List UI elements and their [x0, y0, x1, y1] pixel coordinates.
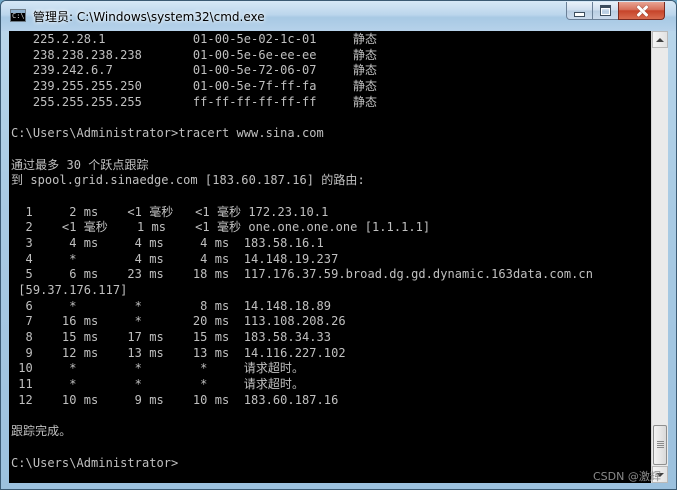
- maximize-icon: [600, 5, 611, 16]
- console-line: 225.2.28.1 01-00-5e-02-1c-01 静态: [11, 32, 378, 46]
- title-bar[interactable]: C:\ 管理员: C:\Windows\system32\cmd.exe: [1, 1, 676, 31]
- console-line: 1 2 ms <1 毫秒 <1 毫秒 172.23.10.1: [11, 204, 329, 219]
- grip-icon: [657, 441, 664, 448]
- console-line: 11 * * * 请求超时。: [11, 377, 305, 392]
- cmd-icon-text: C:\: [12, 12, 25, 20]
- console-output[interactable]: 225.2.28.1 01-00-5e-02-1c-01 静态 238.238.…: [9, 31, 651, 483]
- console-line: [59.37.176.117]: [11, 283, 128, 297]
- console-line: 239.242.6.7 01-00-5e-72-06-07 静态: [11, 63, 378, 78]
- console-line: C:\Users\Administrator>: [11, 455, 179, 470]
- console-line: 12 10 ms 9 ms 10 ms 183.60.187.16: [11, 392, 339, 407]
- console-line: 10 * * * 请求超时。: [11, 361, 305, 376]
- console-line: 6 * * 8 ms 14.148.18.89: [11, 298, 332, 313]
- minimize-button[interactable]: [566, 2, 593, 20]
- minimize-icon: [574, 11, 585, 17]
- scroll-up-button[interactable]: [652, 31, 668, 48]
- arrow-up-icon: [656, 37, 664, 42]
- close-icon: [636, 5, 648, 17]
- cmd-window: C:\ 管理员: C:\Windows\system32\cmd.exe 225…: [0, 0, 677, 490]
- vertical-scrollbar[interactable]: [651, 31, 668, 483]
- console-line: 8 15 ms 17 ms 15 ms 183.58.34.33: [11, 330, 332, 345]
- console-line: 7 16 ms * 20 ms 113.108.208.26: [11, 314, 346, 329]
- scroll-thumb[interactable]: [653, 425, 667, 465]
- console-lines: 225.2.28.1 01-00-5e-02-1c-01 静态 238.238.…: [11, 32, 593, 471]
- console-line: 9 12 ms 13 ms 13 ms 14.116.227.102: [11, 345, 346, 360]
- console-line: 255.255.255.255 ff-ff-ff-ff-ff-ff 静态: [11, 94, 378, 109]
- console-line: 跟踪完成。: [11, 424, 72, 439]
- console-line: 通过最多 30 个跃点跟踪: [11, 157, 149, 172]
- console-line: 4 * 4 ms 4 ms 14.148.19.237: [11, 251, 339, 266]
- console-line: 2 <1 毫秒 1 ms <1 毫秒 one.one.one.one [1.1.…: [11, 220, 431, 235]
- console-line: 238.238.238.238 01-00-5e-6e-ee-ee 静态: [11, 47, 378, 62]
- watermark: CSDN @激辉: [593, 470, 661, 483]
- close-button[interactable]: [618, 2, 665, 20]
- console-line: 3 4 ms 4 ms 4 ms 183.58.16.1: [11, 235, 324, 250]
- console-line: 239.255.255.250 01-00-5e-7f-ff-fa 静态: [11, 79, 378, 94]
- cmd-icon[interactable]: C:\: [10, 9, 26, 22]
- window-title: 管理员: C:\Windows\system32\cmd.exe: [33, 10, 265, 24]
- console-line: 到 spool.grid.sinaedge.com [183.60.187.16…: [11, 173, 365, 188]
- console-line: C:\Users\Administrator>tracert www.sina.…: [11, 126, 324, 141]
- maximize-button[interactable]: [592, 2, 619, 20]
- console-line: 5 6 ms 23 ms 18 ms 117.176.37.59.broad.d…: [11, 267, 593, 282]
